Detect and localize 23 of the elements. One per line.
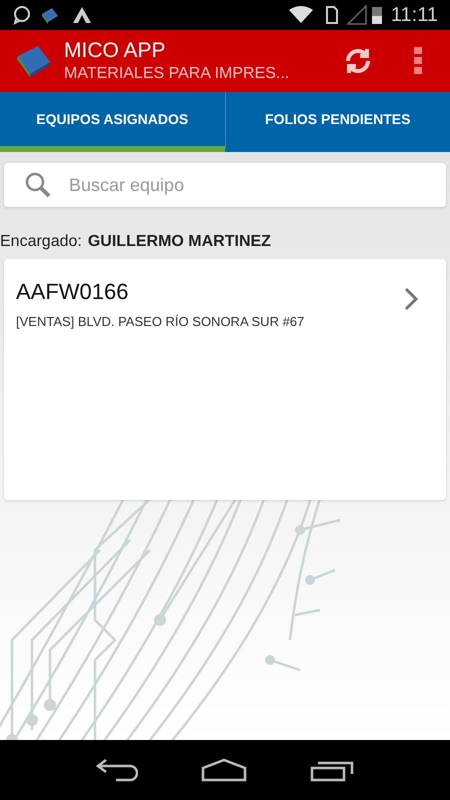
manager-label: Encargado:: [0, 232, 82, 252]
search-icon: [24, 171, 52, 199]
equipment-code: AAFW0166: [16, 278, 130, 306]
triangle-icon: [72, 6, 92, 24]
home-icon[interactable]: [200, 758, 247, 782]
chat-icon: [12, 5, 32, 25]
more-icon: [414, 47, 422, 75]
refresh-icon: [343, 46, 373, 76]
chevron-right-icon: [404, 287, 418, 311]
equipment-location: [VENTAS] BLVD. PASEO RÍO SONORA SUR #67: [16, 313, 306, 331]
back-icon[interactable]: [96, 758, 138, 782]
sim-card-icon: [324, 5, 339, 25]
equipment-card[interactable]: AAFW0166 [VENTAS] BLVD. PASEO RÍO SONORA SUR #67: [4, 259, 446, 500]
app-subtitle: MATERIALES PARA IMPRES...: [64, 64, 290, 84]
book-icon: [40, 6, 60, 24]
app-logo-icon: [16, 44, 52, 78]
status-time: 11:11: [390, 3, 438, 28]
signal-icon: [346, 5, 367, 25]
manager-name: GUILLERMO MARTINEZ: [88, 232, 271, 252]
wifi-icon: [288, 6, 313, 24]
app-title: MICO APP: [64, 38, 167, 64]
battery-icon: [370, 5, 383, 25]
search-field[interactable]: Buscar equipo: [4, 163, 446, 207]
